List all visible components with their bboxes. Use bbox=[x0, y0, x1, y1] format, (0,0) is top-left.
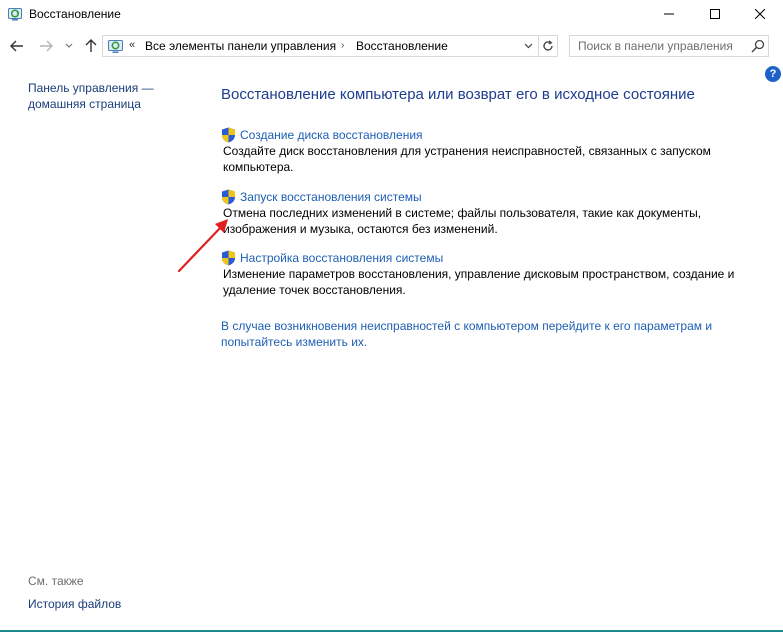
refresh-button[interactable] bbox=[538, 35, 558, 57]
uac-shield-icon bbox=[222, 127, 235, 143]
recovery-app-icon bbox=[8, 8, 22, 21]
reset-pc-settings-link[interactable]: В случае возникновения неисправностей с … bbox=[221, 318, 751, 350]
recovery-option-configure: Настройка восстановления системы Изменен… bbox=[221, 250, 776, 298]
create-recovery-drive-title[interactable]: Создание диска восстановления bbox=[240, 128, 423, 142]
title-bar: Восстановление bbox=[0, 0, 783, 28]
address-overflow-chevron[interactable]: « bbox=[129, 39, 135, 51]
see-also-label: См. также bbox=[28, 574, 84, 588]
refresh-icon bbox=[542, 40, 553, 51]
window-title: Восстановление bbox=[29, 7, 121, 21]
chevron-down-icon bbox=[524, 43, 532, 49]
maximize-button[interactable] bbox=[692, 0, 738, 28]
configure-system-restore-title[interactable]: Настройка восстановления системы bbox=[240, 251, 443, 265]
back-button[interactable] bbox=[8, 36, 26, 56]
up-button[interactable] bbox=[82, 36, 100, 56]
maximize-icon bbox=[710, 9, 720, 19]
search-box[interactable] bbox=[569, 35, 769, 57]
open-system-restore-link[interactable]: Запуск восстановления системы bbox=[221, 189, 776, 205]
recovery-option-system-restore: Запуск восстановления системы Отмена пос… bbox=[221, 189, 776, 237]
create-recovery-drive-link[interactable]: Создание диска восстановления bbox=[221, 127, 776, 143]
breadcrumb-separator[interactable]: › bbox=[341, 40, 344, 51]
breadcrumb-recovery[interactable]: Восстановление bbox=[356, 39, 448, 53]
arrow-right-icon bbox=[40, 40, 53, 52]
arrow-left-icon bbox=[10, 40, 23, 52]
create-recovery-drive-description: Создайте диск восстановления для устране… bbox=[223, 144, 711, 174]
forward-button[interactable] bbox=[37, 36, 55, 56]
close-icon bbox=[755, 9, 765, 19]
close-button[interactable] bbox=[737, 0, 783, 28]
search-icon[interactable] bbox=[751, 39, 765, 53]
uac-shield-icon bbox=[222, 189, 235, 205]
configure-system-restore-link[interactable]: Настройка восстановления системы bbox=[221, 250, 776, 266]
open-system-restore-description: Отмена последних изменений в системе; фа… bbox=[223, 206, 702, 236]
annotation-arrow-icon bbox=[177, 219, 228, 273]
control-panel-home-link[interactable]: Панель управления — домашняя страница bbox=[28, 80, 178, 112]
help-button[interactable]: ? bbox=[765, 66, 781, 82]
file-history-link[interactable]: История файлов bbox=[28, 597, 121, 611]
navigation-bar: « Все элементы панели управления › Восст… bbox=[0, 32, 783, 60]
search-input[interactable] bbox=[578, 39, 738, 53]
address-dropdown-button[interactable] bbox=[521, 38, 535, 54]
recent-locations-button[interactable] bbox=[62, 36, 76, 56]
chevron-down-icon bbox=[65, 43, 73, 48]
control-panel-icon bbox=[108, 40, 123, 53]
address-bar[interactable]: « Все элементы панели управления › Восст… bbox=[102, 35, 539, 57]
minimize-button[interactable] bbox=[646, 0, 692, 28]
recovery-option-create-drive: Создание диска восстановления Создайте д… bbox=[221, 127, 776, 175]
minimize-icon bbox=[664, 13, 674, 15]
page-title: Восстановление компьютера или возврат ег… bbox=[221, 86, 695, 103]
configure-system-restore-description: Изменение параметров восстановления, упр… bbox=[223, 267, 735, 297]
breadcrumb-all-control-panel-items[interactable]: Все элементы панели управления bbox=[145, 39, 336, 53]
open-system-restore-title[interactable]: Запуск восстановления системы bbox=[240, 190, 422, 204]
arrow-up-icon bbox=[85, 39, 97, 52]
